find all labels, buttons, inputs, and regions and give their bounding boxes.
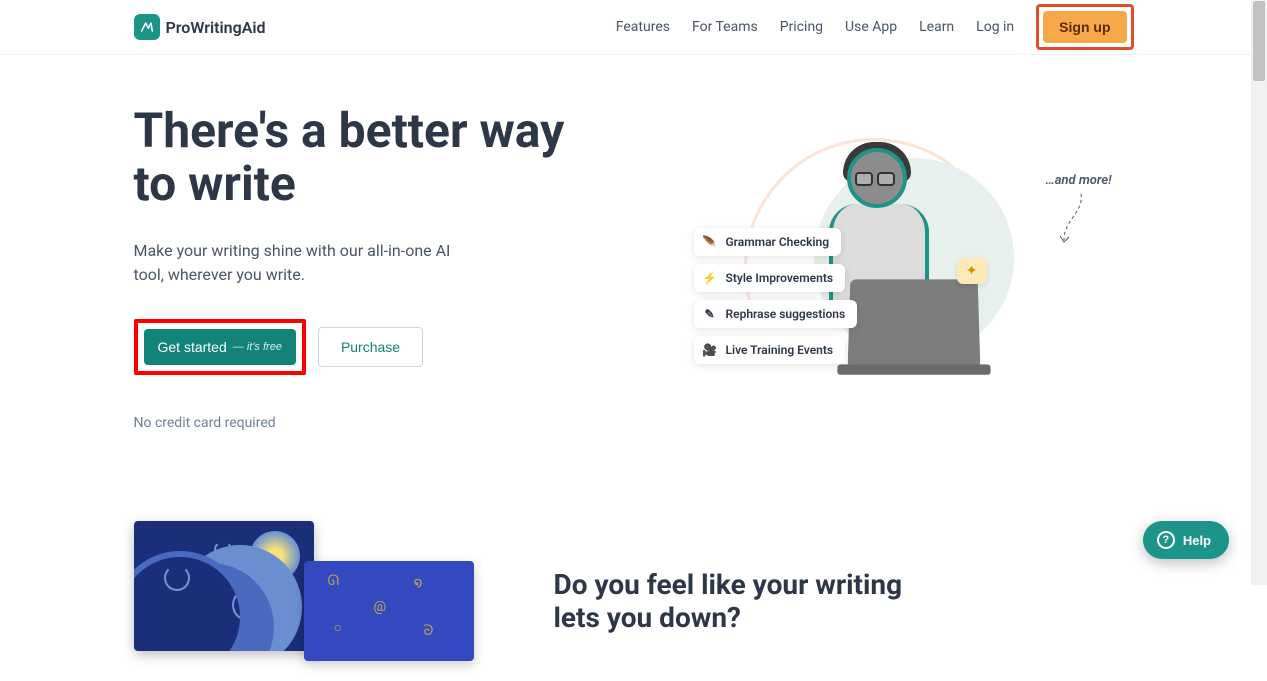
signup-highlight-box: Sign up: [1036, 4, 1133, 50]
hero-subtitle: Make your writing shine with our all-in-…: [134, 239, 474, 287]
laptop-graphic: [847, 279, 980, 368]
starry-night-image: [134, 521, 314, 651]
primary-nav: Features For Teams Pricing Use App Learn…: [616, 4, 1134, 50]
nav-use-app[interactable]: Use App: [845, 19, 897, 35]
nav-login[interactable]: Log in: [976, 19, 1014, 35]
blue-panel-image: ᘏ @ ○ ໑ ᘐ: [304, 561, 474, 661]
get-started-button[interactable]: Get started — it's free: [144, 329, 296, 365]
chip-live-training-label: Live Training Events: [726, 343, 834, 357]
chip-style-label: Style Improvements: [726, 271, 834, 285]
scrollbar-thumb[interactable]: [1253, 1, 1265, 81]
signup-button[interactable]: Sign up: [1043, 11, 1126, 43]
camera-icon: 🎥: [702, 342, 718, 358]
brand-name: ProWritingAid: [166, 18, 266, 37]
top-nav-inner: ProWritingAid Features For Teams Pricing…: [134, 4, 1134, 50]
chip-rephrase-label: Rephrase suggestions: [726, 307, 846, 321]
hero-section: There's a better way to write Make your …: [134, 55, 1134, 431]
glasses-icon: [855, 172, 899, 186]
brand[interactable]: ProWritingAid: [134, 14, 266, 40]
illustration-canvas: ✦ …and more! 🪶 Grammar Checking ⚡ Style …: [714, 128, 1034, 408]
wand-icon: ✎: [702, 306, 718, 322]
no-card-note: No credit card required: [134, 415, 574, 431]
chip-live-training: 🎥 Live Training Events: [694, 336, 846, 364]
feather-icon: 🪶: [702, 234, 718, 250]
hero-illustration: ✦ …and more! 🪶 Grammar Checking ⚡ Style …: [614, 105, 1134, 431]
art-collage: ᘏ @ ○ ໑ ᘐ: [134, 521, 474, 681]
purchase-button[interactable]: Purchase: [318, 327, 423, 367]
secondary-section: ᘏ @ ○ ໑ ᘐ Do you feel like your writing …: [134, 521, 1134, 681]
hero-title: There's a better way to write: [134, 105, 574, 211]
chip-grammar: 🪶 Grammar Checking: [694, 228, 842, 256]
nav-for-teams[interactable]: For Teams: [692, 19, 758, 35]
top-nav: ProWritingAid Features For Teams Pricing…: [0, 0, 1267, 55]
scrollbar-track[interactable]: [1251, 0, 1267, 585]
and-more-arrow-icon: [1056, 192, 1086, 252]
nav-learn[interactable]: Learn: [919, 19, 954, 35]
help-button[interactable]: ? Help: [1143, 521, 1229, 559]
and-more-label: …and more!: [1046, 173, 1112, 188]
hero-copy: There's a better way to write Make your …: [134, 105, 574, 431]
nav-pricing[interactable]: Pricing: [780, 19, 823, 35]
chip-grammar-label: Grammar Checking: [726, 235, 830, 249]
get-started-highlight-box: Get started — it's free: [134, 319, 306, 375]
section2-title: Do you feel like your writing lets you d…: [554, 568, 934, 634]
brand-logo-icon: [134, 14, 160, 40]
nav-features[interactable]: Features: [616, 19, 670, 35]
chip-style: ⚡ Style Improvements: [694, 264, 846, 292]
sparkle-icon: ✦: [957, 258, 987, 284]
get-started-suffix: — it's free: [233, 341, 282, 353]
bolt-icon: ⚡: [702, 270, 718, 286]
feature-chip-list: 🪶 Grammar Checking ⚡ Style Improvements …: [694, 228, 858, 364]
help-icon: ?: [1157, 531, 1175, 549]
chip-rephrase: ✎ Rephrase suggestions: [694, 300, 858, 328]
get-started-label: Get started: [158, 339, 227, 355]
help-label: Help: [1183, 533, 1211, 548]
hero-cta-row: Get started — it's free Purchase: [134, 319, 574, 375]
